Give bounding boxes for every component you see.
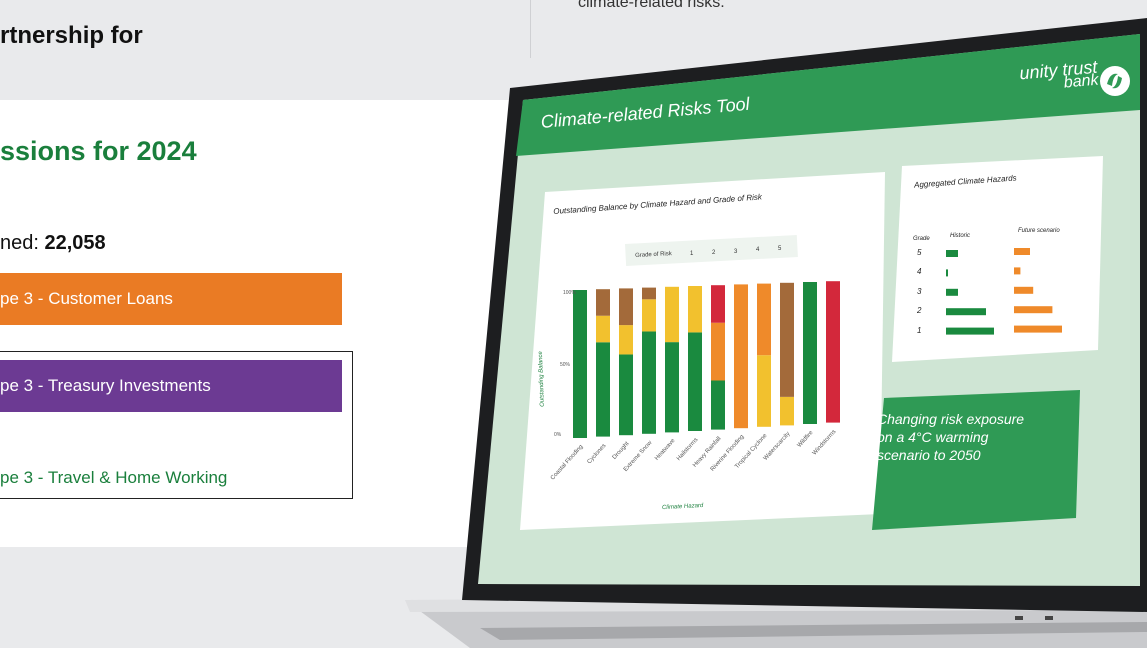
bar-segment-tropical-cyclone-grade-2 bbox=[757, 355, 771, 427]
bar-segment-coastal-flooding-grade-1 bbox=[573, 290, 587, 438]
legend-label-grade-3: 3 bbox=[734, 248, 738, 255]
legend-label-grade-4: 4 bbox=[756, 247, 760, 254]
y-tick-0: 0% bbox=[554, 432, 562, 438]
future-bar-grade-3 bbox=[1014, 286, 1034, 294]
grade-label-2: 2 bbox=[917, 306, 922, 316]
bar-segment-heavy-rainfall-grade-5 bbox=[711, 285, 725, 323]
historic-column-header: Historic bbox=[950, 233, 971, 239]
port-indicator bbox=[1045, 616, 1053, 620]
grade-label-1: 1 bbox=[917, 325, 922, 335]
bar-segment-wildfire-grade-1 bbox=[803, 282, 817, 424]
grade-label-4: 4 bbox=[917, 267, 922, 277]
historic-bar-grade-4 bbox=[946, 269, 948, 277]
bar-segment-drought-grade-1 bbox=[619, 354, 633, 436]
legend-label-grade-5: 5 bbox=[778, 246, 782, 253]
bar-segment-heatwave-grade-2 bbox=[665, 286, 679, 343]
future-bar-grade-1 bbox=[1014, 325, 1062, 333]
y-tick-100: 100% bbox=[563, 290, 576, 296]
future-column-header: Future scenario bbox=[1018, 228, 1060, 234]
bar-segment-cyclones-grade-2 bbox=[596, 315, 610, 343]
bar-segment-heavy-rainfall-grade-4 bbox=[711, 322, 725, 381]
bar-segment-hailstorms-grade-1 bbox=[688, 332, 702, 431]
legend-label-grade-2: 2 bbox=[712, 249, 716, 256]
bar-segment-heavy-rainfall-grade-1 bbox=[711, 380, 725, 430]
historic-bar-grade-3 bbox=[946, 288, 958, 296]
bar-segment-drought-grade-2 bbox=[619, 325, 633, 355]
bar-segment-extreme-snow-grade-3 bbox=[642, 287, 656, 300]
bar-segment-drought-grade-3 bbox=[619, 288, 633, 326]
historic-bar-grade-2 bbox=[946, 308, 986, 316]
historic-bar-grade-5 bbox=[946, 250, 958, 257]
legend-label-grade-1: 1 bbox=[690, 251, 694, 257]
grade-column-header: Grade bbox=[913, 236, 930, 242]
grade-label-5: 5 bbox=[917, 248, 922, 257]
laptop-illustration bbox=[405, 18, 1147, 648]
future-bar-grade-5 bbox=[1014, 248, 1030, 255]
bar-segment-riverine-flooding-grade-4 bbox=[734, 284, 748, 429]
unity-logo-icon bbox=[1100, 66, 1130, 96]
bar-segment-extreme-snow-grade-2 bbox=[642, 299, 656, 332]
bar-segment-waterscarcity-grade-3 bbox=[780, 282, 794, 397]
bar-segment-heatwave-grade-1 bbox=[665, 342, 679, 433]
bar-segment-extreme-snow-grade-1 bbox=[642, 331, 656, 434]
bar-segment-cyclones-grade-1 bbox=[596, 342, 610, 437]
grade-label-3: 3 bbox=[917, 286, 922, 296]
future-bar-grade-4 bbox=[1014, 267, 1021, 275]
future-bar-grade-2 bbox=[1014, 306, 1053, 314]
bar-segment-tropical-cyclone-grade-4 bbox=[757, 283, 771, 356]
historic-bar-grade-1 bbox=[946, 327, 994, 335]
port-indicator bbox=[1015, 616, 1023, 620]
bar-segment-hailstorms-grade-2 bbox=[688, 286, 702, 333]
bar-segment-cyclones-grade-3 bbox=[596, 289, 610, 316]
bar-segment-waterscarcity-grade-2 bbox=[780, 396, 794, 426]
bar-segment-windstorms-grade-5 bbox=[826, 281, 840, 423]
callout-text: Changing risk exposure on a 4°C warming … bbox=[877, 411, 1025, 463]
bank-logo: unity trust bank bbox=[1019, 57, 1100, 94]
y-tick-50: 50% bbox=[560, 362, 571, 368]
